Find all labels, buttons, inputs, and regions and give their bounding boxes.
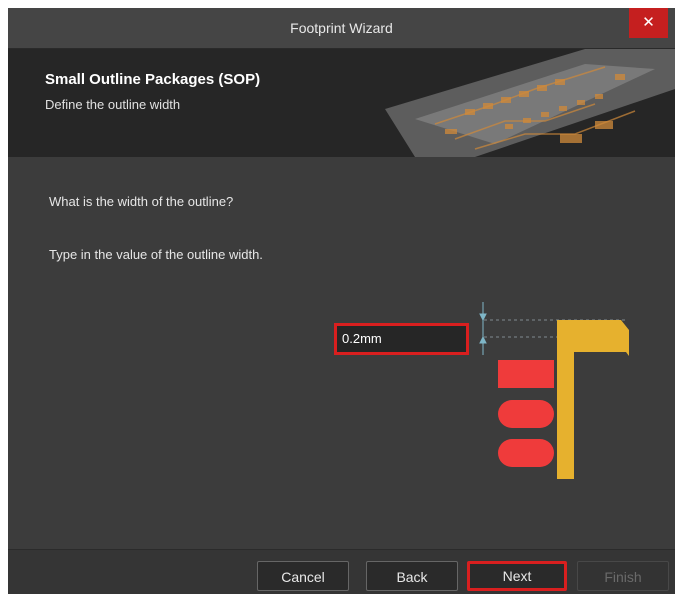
pad-2 [498,400,554,428]
wizard-content: What is the width of the outline? Type i… [8,157,675,549]
window-title: Footprint Wizard [290,20,393,36]
footprint-wizard-dialog: Footprint Wizard ✕ Small Outline Package… [8,8,675,594]
next-button[interactable]: Next [467,561,567,591]
close-icon: ✕ [642,14,655,31]
banner-subtitle: Define the outline width [45,97,181,112]
wizard-banner: Small Outline Packages (SOP) Define the … [8,49,675,157]
dimension-arrows [479,302,487,355]
banner-title: Small Outline Packages (SOP) [45,71,261,88]
pad-3 [498,439,554,467]
title-bar: Footprint Wizard ✕ [8,8,675,49]
silkscreen-outline [557,320,629,479]
pcb-banner-image [385,49,675,157]
question-text: What is the width of the outline? [49,194,234,209]
back-button[interactable]: Back [366,561,458,591]
outline-width-input[interactable]: 0.2mm [334,323,469,355]
cancel-button[interactable]: Cancel [257,561,349,591]
wizard-footer: Cancel Back Next Finish [8,549,675,594]
pad-1 [498,360,554,388]
instruction-text: Type in the value of the outline width. [49,247,263,262]
close-button[interactable]: ✕ [629,8,668,38]
outline-width-diagram [479,302,629,479]
finish-button[interactable]: Finish [577,561,669,591]
